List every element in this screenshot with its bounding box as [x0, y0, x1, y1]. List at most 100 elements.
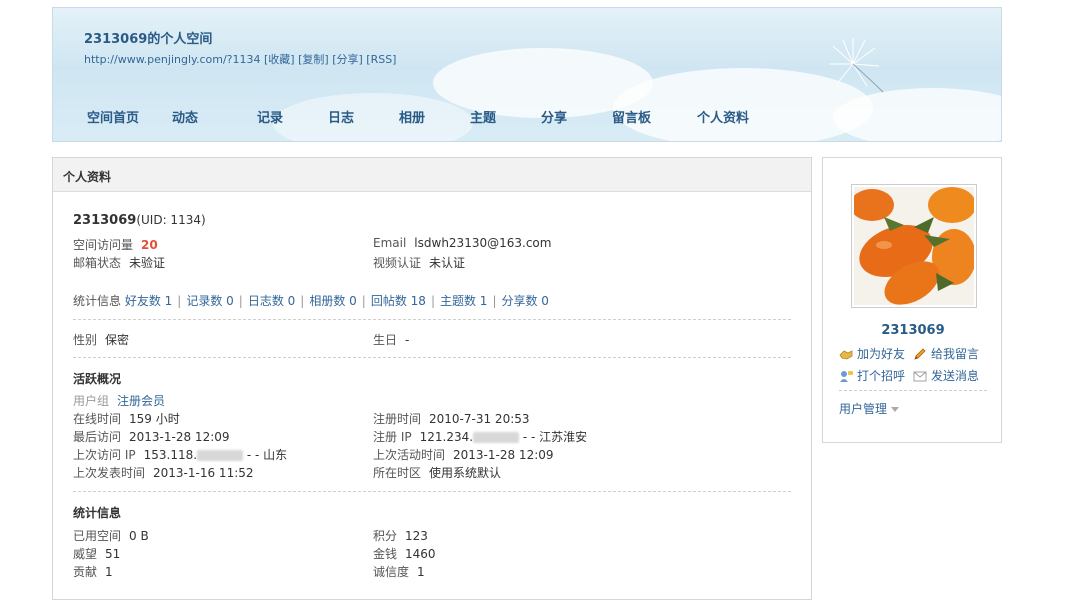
add-friend-button[interactable]: 加为好友 — [839, 345, 905, 362]
user-management-dropdown[interactable]: 用户管理 — [839, 400, 900, 417]
email-status-row: 邮箱状态 未验证 — [73, 254, 165, 271]
money-value: 1460 — [405, 547, 436, 561]
envelope-icon — [913, 371, 927, 382]
poke-icon — [840, 371, 853, 382]
leave-message-button[interactable]: 给我留言 — [913, 345, 979, 362]
avatar-image — [854, 187, 974, 305]
points-value: 123 — [405, 529, 428, 543]
email-value: lsdwh23130@163.com — [414, 236, 552, 250]
greet-button[interactable]: 打个招呼 — [839, 367, 905, 384]
points-row: 积分 123 — [373, 527, 428, 544]
last-post-value: 2013-1-16 11:52 — [153, 466, 254, 480]
contrib-value: 1 — [105, 565, 113, 579]
prestige-value: 51 — [105, 547, 121, 561]
space-label: 已用空间 — [73, 529, 122, 543]
email-status-value: 未验证 — [129, 256, 166, 270]
avatar[interactable] — [851, 184, 977, 308]
contrib-label: 贡献 — [73, 565, 98, 579]
redacted-ip — [197, 450, 244, 461]
group-link[interactable]: 注册会员 — [117, 394, 165, 408]
stat-info-title: 统计信息 — [73, 506, 122, 520]
user-heading: 2313069(UID: 1134) — [73, 213, 206, 228]
timezone-row: 所在时区 使用系统默认 — [373, 464, 501, 481]
last-post-label: 上次发表时间 — [73, 466, 146, 480]
space-link-bar: http://www.penjingly.com/?1134 [收藏] [复制]… — [84, 51, 396, 67]
last-post-row: 上次发表时间 2013-1-16 11:52 — [73, 464, 254, 481]
money-row: 金钱 1460 — [373, 545, 436, 562]
group-row: 用户组 注册会员 — [73, 392, 165, 409]
nav-feed[interactable]: 动态 — [172, 107, 257, 126]
last-ip-label: 上次访问 IP — [73, 448, 136, 462]
divider — [73, 491, 791, 492]
share-link[interactable]: [分享] — [332, 53, 363, 66]
send-message-button[interactable]: 发送消息 — [913, 367, 979, 384]
profile-panel: 个人资料 2313069(UID: 1134) 空间访问量 20 Email lsd… — [52, 157, 812, 600]
copy-link[interactable]: [复制] — [298, 53, 329, 66]
timezone-value: 使用系统默认 — [429, 466, 502, 480]
credit-label: 诚信度 — [373, 565, 410, 579]
nav-doing[interactable]: 记录 — [257, 107, 328, 126]
persimmon-photo-icon — [854, 187, 974, 305]
email-status-label: 邮箱状态 — [73, 256, 122, 270]
stat-reply-link[interactable]: 回帖数 18 — [371, 294, 426, 308]
stat-blog-link[interactable]: 日志数 0 — [248, 294, 295, 308]
stat-thread-link[interactable]: 主题数 1 — [440, 294, 487, 308]
last-active-row: 上次活动时间 2013-1-28 12:09 — [373, 446, 554, 463]
nav-album[interactable]: 相册 — [399, 107, 470, 126]
visits-label: 空间访问量 — [73, 238, 134, 252]
online-value: 159 小时 — [129, 412, 180, 426]
stat-share-link[interactable]: 分享数 0 — [501, 294, 548, 308]
gender-value: 保密 — [105, 333, 130, 347]
reg-time-value: 2010-7-31 20:53 — [429, 412, 530, 426]
birthday-label: 生日 — [373, 333, 398, 347]
user-card: 2313069 加为好友 给我留言 打个招呼 发送消息 用户管理 — [822, 157, 1002, 443]
profile-username: 2313069 — [73, 213, 137, 228]
birthday-value: - — [405, 333, 410, 347]
space-row: 已用空间 0 B — [73, 527, 149, 544]
nav-home[interactable]: 空间首页 — [73, 107, 172, 126]
favorite-link[interactable]: [收藏] — [264, 53, 295, 66]
rss-link[interactable]: [RSS] — [366, 53, 396, 66]
email-label: Email — [373, 236, 407, 250]
space-value: 0 B — [129, 529, 149, 543]
send-message-label: 发送消息 — [931, 369, 980, 383]
last-ip-row: 上次访问 IP 153.118. - - 山东 — [73, 446, 287, 463]
nav-share[interactable]: 分享 — [541, 107, 612, 126]
visits-count: 20 — [141, 238, 158, 252]
credit-value: 1 — [417, 565, 425, 579]
visits-row: 空间访问量 20 — [73, 236, 158, 253]
user-management-label: 用户管理 — [839, 402, 888, 416]
last-visit-row: 最后访问 2013-1-28 12:09 — [73, 428, 230, 445]
space-title[interactable]: 2313069的个人空间 — [84, 28, 212, 47]
gender-row: 性别 保密 — [73, 331, 129, 348]
video-row: 视频认证 未认证 — [373, 254, 465, 271]
divider — [73, 319, 791, 320]
nav-blog[interactable]: 日志 — [328, 107, 399, 126]
last-ip-location: - - 山东 — [246, 448, 288, 462]
dandelion-icon — [829, 38, 883, 93]
stats-row: 统计信息 好友数 1 | 记录数 0 | 日志数 0 | 相册数 0 | 回帖数 18 | 主题数 … — [73, 294, 549, 308]
space-url-link[interactable]: http://www.penjingly.com/?1134 — [84, 53, 261, 66]
nav-thread[interactable]: 主题 — [470, 107, 541, 126]
birthday-row: 生日 - — [373, 331, 409, 348]
stat-album-link[interactable]: 相册数 0 — [309, 294, 356, 308]
stat-friends-link[interactable]: 好友数 1 — [125, 294, 172, 308]
activity-title: 活跃概况 — [73, 372, 122, 386]
stat-doing-link[interactable]: 记录数 0 — [186, 294, 233, 308]
add-friend-label: 加为好友 — [857, 347, 906, 361]
last-visit-value: 2013-1-28 12:09 — [129, 430, 230, 444]
online-label: 在线时间 — [73, 412, 122, 426]
nav-profile[interactable]: 个人资料 — [697, 107, 777, 126]
profile-uid: (UID: 1134) — [136, 213, 206, 227]
panel-title: 个人资料 — [53, 158, 811, 192]
redacted-ip — [473, 432, 520, 443]
group-label: 用户组 — [73, 394, 110, 408]
money-label: 金钱 — [373, 547, 398, 561]
nav-wall[interactable]: 留言板 — [612, 107, 697, 126]
reg-ip-row: 注册 IP 121.234. - - 江苏淮安 — [373, 428, 587, 445]
card-username[interactable]: 2313069 — [823, 323, 1003, 338]
last-active-label: 上次活动时间 — [373, 448, 446, 462]
reg-time-label: 注册时间 — [373, 412, 422, 426]
credit-row: 诚信度 1 — [373, 563, 425, 580]
prestige-row: 威望 51 — [73, 545, 120, 562]
